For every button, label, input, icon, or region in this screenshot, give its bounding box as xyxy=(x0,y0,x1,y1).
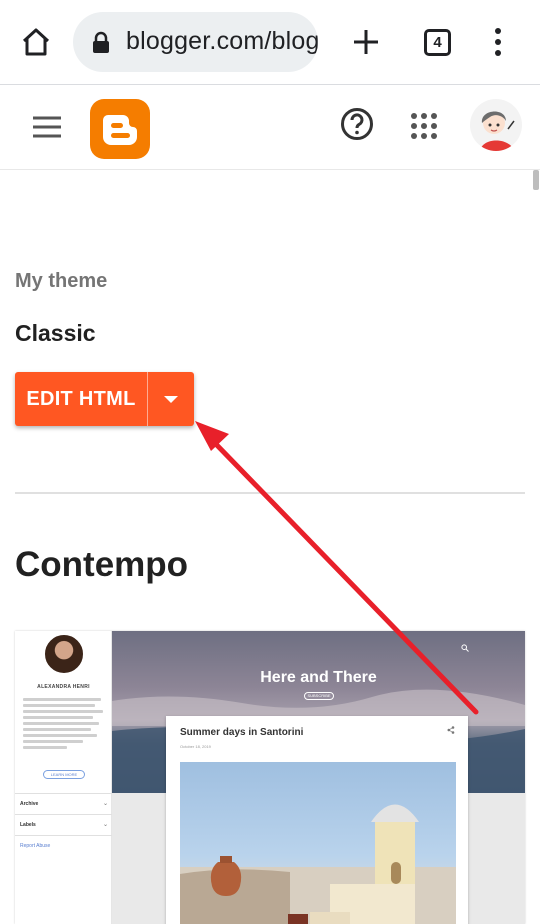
section-divider xyxy=(15,492,525,494)
browser-toolbar: blogger.com/blog 4 xyxy=(0,0,540,85)
preview-sidebar-item: Archive ⌄ xyxy=(20,801,108,807)
home-icon[interactable] xyxy=(20,26,52,58)
apps-grid-icon[interactable] xyxy=(410,112,438,140)
preview-sidebar-item: Labels ⌄ xyxy=(20,822,108,828)
preview-post-title: Summer days in Santorini xyxy=(180,727,304,738)
edit-html-button[interactable]: EDIT HTML xyxy=(15,372,147,426)
preview-divider xyxy=(15,835,112,836)
address-bar[interactable]: blogger.com/blog xyxy=(73,12,318,72)
preview-post-image xyxy=(180,762,456,924)
preview-learn-more-button: LEARN MORE xyxy=(43,770,85,779)
search-icon xyxy=(461,644,469,652)
chevron-down-icon: ⌄ xyxy=(102,801,108,807)
lock-icon xyxy=(93,31,109,53)
help-icon[interactable] xyxy=(340,107,374,141)
share-icon xyxy=(447,726,455,734)
chevron-down-icon: ⌄ xyxy=(102,822,108,828)
theme-preview-contempo[interactable]: ALEXANDRA HENRI LEARN MORE Archive ⌄ Lab… xyxy=(15,631,525,924)
preview-profile-photo xyxy=(43,633,85,675)
preview-divider xyxy=(15,793,112,794)
preview-blog-title: Here and There xyxy=(260,669,377,686)
preview-divider xyxy=(15,814,112,815)
preview-post-card: Summer days in Santorini October 18, 201… xyxy=(166,716,468,924)
more-vert-icon[interactable] xyxy=(488,26,508,58)
preview-sidebar: ALEXANDRA HENRI LEARN MORE Archive ⌄ Lab… xyxy=(15,631,112,924)
url-text: blogger.com/blog xyxy=(126,27,318,55)
tab-switcher-button[interactable]: 4 xyxy=(424,29,451,56)
scrollbar-thumb[interactable] xyxy=(533,170,539,190)
edit-html-split-button: EDIT HTML xyxy=(15,372,194,426)
caret-down-icon xyxy=(164,395,178,403)
theme-title-contempo: Contempo xyxy=(15,545,189,584)
edit-html-dropdown[interactable] xyxy=(148,372,194,426)
account-avatar[interactable] xyxy=(470,99,522,151)
preview-post-date: October 18, 2019 xyxy=(180,744,211,749)
new-tab-icon[interactable] xyxy=(350,26,382,58)
preview-bio-lines xyxy=(23,698,103,752)
blogger-logo[interactable] xyxy=(90,99,150,159)
preview-author-name: ALEXANDRA HENRI xyxy=(37,684,90,690)
blogger-header xyxy=(0,86,540,170)
preview-subscribe-button: SUBSCRIBE xyxy=(304,692,334,700)
menu-icon[interactable] xyxy=(32,114,62,140)
section-label-my-theme: My theme xyxy=(15,270,108,292)
preview-report-abuse: Report Abuse xyxy=(20,843,51,849)
current-theme-name: Classic xyxy=(15,320,96,346)
page: blogger.com/blog 4 My theme Classic EDIT… xyxy=(0,0,540,924)
